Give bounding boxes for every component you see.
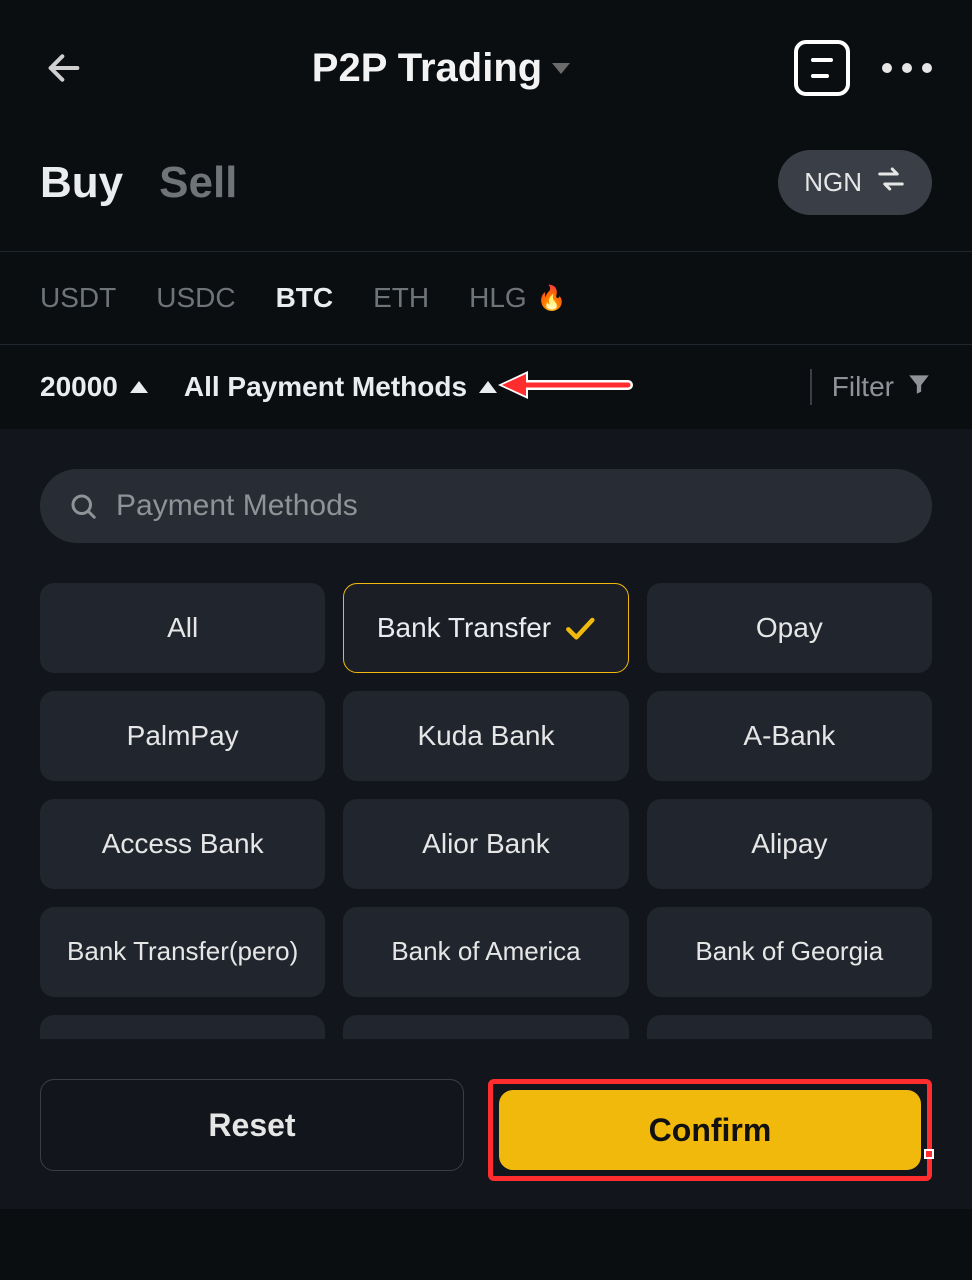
filter-label: Filter	[832, 371, 894, 403]
currency-label: NGN	[804, 167, 862, 198]
search-icon	[68, 491, 98, 521]
dot-icon	[882, 63, 892, 73]
coin-tab-btc[interactable]: BTC	[276, 282, 334, 314]
orders-button[interactable]	[794, 40, 850, 96]
payment-method-option[interactable]: Alior Bank	[343, 799, 628, 889]
coin-tab-usdc[interactable]: USDC	[156, 282, 235, 314]
list-icon	[811, 58, 833, 78]
search-payment-methods[interactable]	[40, 469, 932, 543]
annotation-marker	[924, 1149, 934, 1159]
payment-method-option[interactable]: A-Bank	[647, 691, 932, 781]
payment-method-option[interactable]: Bank of Georgia	[647, 907, 932, 997]
annotation-highlight: Confirm	[488, 1079, 932, 1181]
payment-method-option[interactable]: Kuda Bank	[343, 691, 628, 781]
amount-filter[interactable]: 20000	[40, 371, 148, 403]
caret-up-icon	[130, 381, 148, 393]
payment-method-filter[interactable]: All Payment Methods	[184, 371, 497, 403]
page-title-dropdown[interactable]: P2P Trading	[312, 46, 570, 91]
payment-method-option[interactable]	[343, 1015, 628, 1039]
payment-method-option[interactable]: Bank Transfer	[343, 583, 628, 673]
payment-method-option[interactable]	[647, 1015, 932, 1039]
payment-method-option[interactable]: All	[40, 583, 325, 673]
tab-sell[interactable]: Sell	[159, 158, 237, 208]
tab-buy[interactable]: Buy	[40, 158, 123, 208]
chevron-down-icon	[552, 63, 570, 74]
arrow-left-icon	[44, 48, 84, 88]
caret-up-icon	[479, 381, 497, 393]
payment-method-option[interactable]: Alipay	[647, 799, 932, 889]
dot-icon	[902, 63, 912, 73]
payment-method-option[interactable]: PalmPay	[40, 691, 325, 781]
page-title: P2P Trading	[312, 46, 542, 91]
coin-tab-eth[interactable]: ETH	[373, 282, 429, 314]
payment-method-option[interactable]: Access Bank	[40, 799, 325, 889]
currency-selector[interactable]: NGN	[778, 150, 932, 215]
amount-value: 20000	[40, 371, 118, 403]
check-icon	[563, 612, 595, 644]
funnel-icon	[906, 371, 932, 404]
payment-method-option[interactable]: Opay	[647, 583, 932, 673]
dot-icon	[922, 63, 932, 73]
reset-button[interactable]: Reset	[40, 1079, 464, 1171]
more-button[interactable]	[882, 63, 932, 73]
annotation-arrow	[494, 363, 634, 407]
coin-tab-hlg[interactable]: HLG🔥	[469, 282, 566, 314]
payment-method-option[interactable]: Bank Transfer(pero)	[40, 907, 325, 997]
confirm-button[interactable]: Confirm	[499, 1090, 921, 1170]
filter-button[interactable]: Filter	[832, 371, 932, 404]
payment-method-option[interactable]: Bank of America	[343, 907, 628, 997]
divider	[810, 369, 812, 405]
search-input[interactable]	[116, 489, 904, 523]
fire-icon: 🔥	[537, 284, 567, 313]
coin-tab-usdt[interactable]: USDT	[40, 282, 116, 314]
payment-method-label: All Payment Methods	[184, 371, 467, 403]
swap-icon	[876, 164, 906, 201]
back-button[interactable]	[40, 44, 88, 92]
payment-method-option[interactable]	[40, 1015, 325, 1039]
